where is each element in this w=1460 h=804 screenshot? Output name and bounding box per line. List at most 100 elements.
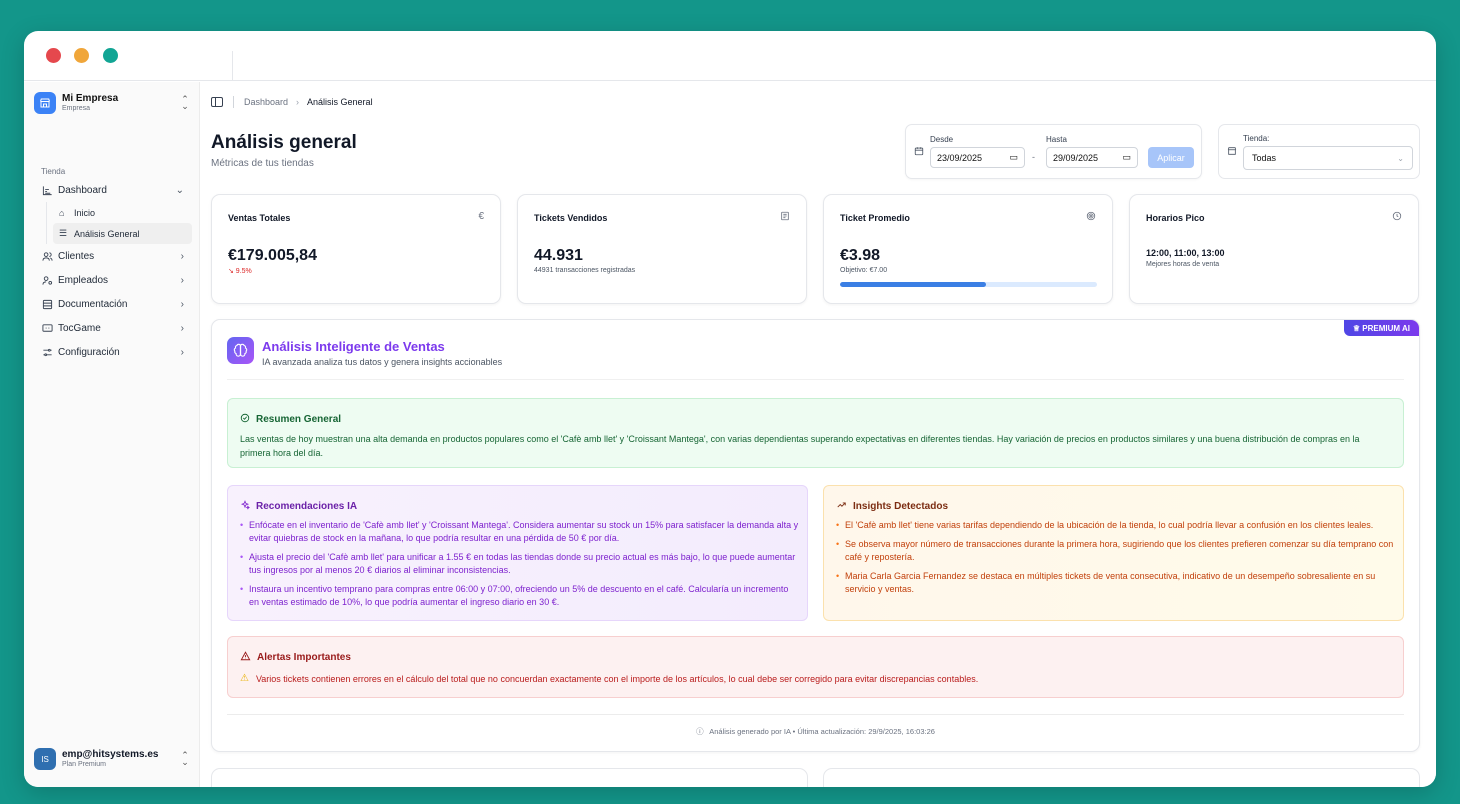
sidebar-item-analisis-general[interactable]: ☰ Análisis General	[53, 223, 192, 244]
chevron-right-icon: ›	[296, 97, 300, 107]
maximize-window-button[interactable]	[103, 48, 118, 63]
sidebar-item-tocgame[interactable]: TocGame ›	[34, 316, 192, 340]
sidebar-item-empleados[interactable]: Empleados ›	[34, 268, 192, 292]
sidebar-item-clientes[interactable]: Clientes ›	[34, 244, 192, 268]
from-date-value: 23/09/2025	[937, 152, 983, 163]
breadcrumb-dashboard[interactable]: Dashboard	[244, 97, 288, 107]
store-filter: Tienda: Todas ⌄	[1218, 124, 1420, 179]
breadcrumb-current: Análisis General	[307, 97, 373, 107]
store-label: Tienda:	[1243, 134, 1270, 143]
sidebar-item-label: Inicio	[74, 207, 96, 218]
user-menu[interactable]: IS emp@hitsystems.es Plan Premium ⌃ ⌄	[34, 745, 190, 773]
breadcrumb: Dashboard › Análisis General	[211, 94, 373, 110]
check-circle-icon	[240, 413, 250, 426]
chevron-updown-icon: ⌃ ⌄	[181, 94, 189, 111]
sidebar-item-inicio[interactable]: ⌂ Inicio	[53, 202, 192, 223]
progress-fill	[840, 282, 987, 287]
main-content: Dashboard › Análisis General Análisis ge…	[201, 82, 1436, 787]
chevron-right-icon: ›	[180, 274, 184, 286]
kpi-ventas-totales: Ventas Totales € €179.005,84 ↘ 9.5%	[211, 194, 501, 304]
users-icon	[42, 251, 53, 262]
bottom-card-right	[823, 768, 1420, 787]
divider	[227, 714, 1404, 715]
target-icon	[1086, 211, 1096, 224]
kpi-value: 44.931	[534, 247, 583, 264]
sidebar-toggle-icon[interactable]	[211, 97, 223, 107]
sidebar-item-label: Clientes	[58, 250, 95, 262]
company-name: Mi Empresa	[62, 93, 119, 104]
store-icon	[34, 92, 56, 114]
kpi-trend: ↘ 9.5%	[228, 268, 252, 275]
date-separator: -	[1032, 152, 1035, 162]
breadcrumb-divider	[233, 96, 234, 108]
brain-icon	[227, 337, 254, 364]
apply-button[interactable]: Aplicar	[1148, 147, 1194, 168]
divider	[227, 379, 1404, 380]
to-date-input[interactable]: 29/09/2025 ▭	[1046, 147, 1138, 168]
chevron-right-icon: ›	[180, 298, 184, 310]
store-icon	[1227, 146, 1237, 159]
recommendations-panel: Recomendaciones IA Enfócate en el invent…	[227, 485, 808, 621]
calendar-icon: ▭	[1122, 152, 1131, 162]
ai-subtitle: IA avanzada analiza tus datos y genera i…	[262, 357, 503, 367]
euro-icon: €	[478, 211, 484, 222]
sidebar-item-documentacion[interactable]: Documentación ›	[34, 292, 192, 316]
clock-icon	[1392, 211, 1402, 224]
summary-panel: Resumen General Las ventas de hoy muestr…	[227, 398, 1404, 468]
kpi-subtext: Mejores horas de venta	[1146, 261, 1220, 268]
sidebar-item-label: TocGame	[58, 322, 101, 334]
list-item: El 'Cafè amb llet' tiene varias tarifas …	[836, 519, 1396, 532]
list-item: Instaura un incentivo temprano para comp…	[240, 583, 800, 609]
list-icon: ☰	[59, 228, 68, 238]
ticket-progress-bar	[840, 282, 1097, 287]
kpi-title: Tickets Vendidos	[534, 213, 608, 223]
sidebar: Mi Empresa Empresa ⌃ ⌄ Tienda Dashboard ⌄…	[24, 82, 200, 787]
recommendations-list: Enfócate en el inventario de 'Cafè amb l…	[240, 519, 800, 615]
summary-title: Resumen General	[256, 414, 342, 425]
sidebar-item-label: Configuración	[58, 346, 120, 358]
from-date-input[interactable]: 23/09/2025 ▭	[930, 147, 1025, 168]
sidebar-item-configuracion[interactable]: Configuración ›	[34, 340, 192, 364]
insights-list: El 'Cafè amb llet' tiene varias tarifas …	[836, 519, 1396, 602]
page-title: Análisis general	[211, 132, 357, 153]
sidebar-section-label: Tienda	[41, 167, 66, 176]
company-switcher[interactable]: Mi Empresa Empresa ⌃ ⌄	[34, 90, 190, 116]
kpi-value: 12:00, 11:00, 13:00	[1146, 248, 1225, 258]
minimize-window-button[interactable]	[74, 48, 89, 63]
chevron-right-icon: ›	[180, 346, 184, 358]
title-bar	[24, 31, 1436, 81]
kpi-tickets-vendidos: Tickets Vendidos 44.931 44931 transaccio…	[517, 194, 807, 304]
date-range-filter: Desde 23/09/2025 ▭ - Hasta 29/09/2025 ▭ …	[905, 124, 1202, 179]
premium-badge: ♕ PREMIUM AI	[1343, 320, 1419, 336]
sidebar-item-label: Documentación	[58, 298, 128, 310]
dashboard-subnav: ⌂ Inicio ☰ Análisis General	[46, 202, 192, 244]
kpi-subtext: 44931 transacciones registradas	[534, 267, 636, 274]
chevron-updown-icon: ⌃ ⌄	[181, 750, 189, 767]
recommendations-title: Recomendaciones IA	[256, 501, 358, 512]
chevron-down-icon: ⌄	[1397, 153, 1404, 163]
info-icon: ⓘ	[696, 727, 704, 736]
sidebar-item-label: Dashboard	[58, 184, 107, 196]
kpi-title: Ticket Promedio	[840, 213, 910, 223]
monitor-icon	[42, 323, 53, 334]
to-date-value: 29/09/2025	[1053, 152, 1099, 163]
sidebar-item-dashboard[interactable]: Dashboard ⌄	[34, 178, 192, 202]
database-icon	[42, 299, 53, 310]
user-plan: Plan Premium	[62, 761, 106, 768]
titlebar-divider	[232, 51, 233, 81]
calendar-icon	[914, 146, 924, 159]
kpi-horarios-pico: Horarios Pico 12:00, 11:00, 13:00 Mejore…	[1129, 194, 1419, 304]
chevron-right-icon: ›	[180, 322, 184, 334]
alerts-panel: Alertas Importantes ⚠ Varios tickets con…	[227, 636, 1404, 698]
chevron-down-icon: ⌄	[175, 184, 184, 196]
home-icon: ⌂	[59, 207, 65, 218]
store-select[interactable]: Todas ⌄	[1243, 146, 1413, 170]
receipt-icon	[780, 211, 790, 224]
calendar-icon: ▭	[1009, 152, 1018, 162]
chart-icon	[42, 185, 53, 196]
kpi-value: €3.98	[840, 247, 881, 264]
user-email: emp@hitsystems.es	[62, 749, 159, 760]
close-window-button[interactable]	[46, 48, 61, 63]
kpi-value: €179.005,84	[228, 247, 317, 264]
sidebar-item-label: Análisis General	[74, 228, 140, 239]
